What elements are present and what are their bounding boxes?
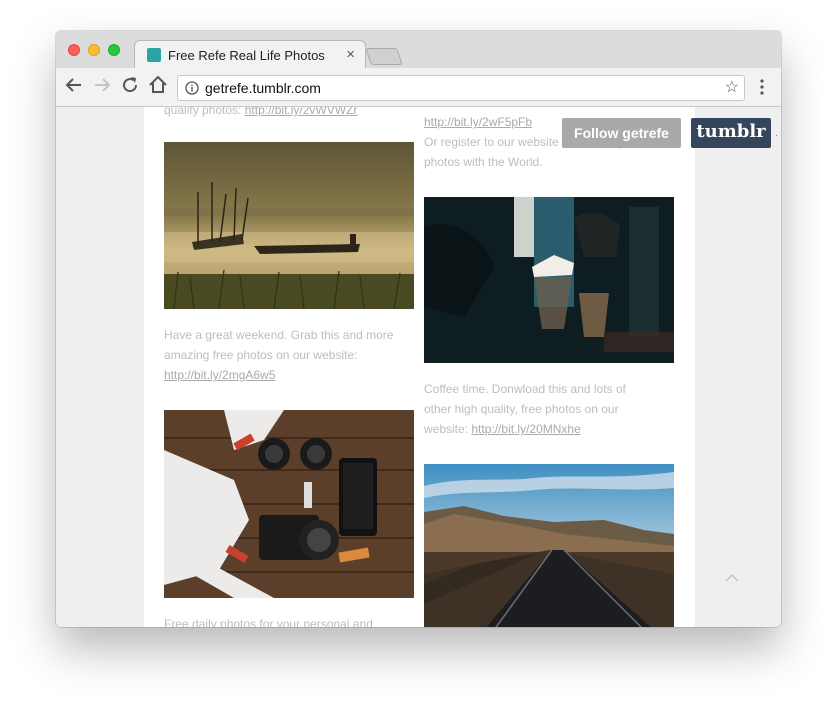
bookmark-star-icon[interactable]: ☆ — [725, 77, 739, 97]
follow-button[interactable]: Follow getrefe — [562, 118, 681, 148]
browser-toolbar: getrefe.tumblr.com ☆ — [56, 68, 781, 107]
coffee-bar-photo[interactable] — [424, 197, 674, 363]
tab-close-icon[interactable]: × — [346, 46, 355, 63]
post-caption-text: Have a great weekend. Grab this and more… — [164, 328, 394, 362]
post-caption-text: Free daily photos for your personal and — [164, 617, 373, 627]
url-text[interactable]: getrefe.tumblr.com — [205, 80, 321, 96]
browser-tab[interactable]: Free Refe Real Life Photos × — [134, 40, 366, 70]
post-caption: Free daily photos for your personal and — [164, 614, 394, 627]
home-icon[interactable] — [146, 73, 170, 97]
close-window-button[interactable] — [68, 44, 80, 56]
minimize-window-button[interactable] — [88, 44, 100, 56]
back-arrow-icon[interactable] — [62, 73, 86, 97]
reload-icon[interactable] — [118, 73, 142, 97]
tumblr-logo-button[interactable]: tumblr — [691, 118, 771, 148]
favicon-icon — [147, 48, 161, 62]
new-tab-button[interactable] — [365, 48, 403, 65]
tab-bar: Free Refe Real Life Photos × — [56, 31, 781, 70]
lake-boat-photo[interactable] — [164, 142, 414, 309]
desert-road-photo[interactable] — [424, 464, 674, 627]
blog-content: quality photos: http://bit.ly/2vWVWZr Ha… — [144, 107, 695, 627]
post-caption: quality photos: http://bit.ly/2vWVWZr — [164, 107, 394, 120]
browser-window: Free Refe Real Life Photos × getrefe.tum… — [56, 31, 781, 627]
post-link[interactable]: http://bit.ly/20MNxhe — [471, 422, 580, 436]
post-caption: Have a great weekend. Grab this and more… — [164, 325, 394, 385]
more-dots-icon[interactable]: · — [775, 130, 778, 141]
drone-camera-photo[interactable] — [164, 410, 414, 598]
page-viewport: quality photos: http://bit.ly/2vWVWZr Ha… — [56, 107, 781, 627]
more-menu-icon[interactable] — [757, 77, 767, 97]
scroll-to-top-icon[interactable] — [724, 573, 740, 583]
info-icon[interactable] — [185, 81, 199, 95]
address-bar[interactable]: getrefe.tumblr.com ☆ — [177, 75, 745, 101]
post-link[interactable]: http://bit.ly/2vWVWZr — [245, 107, 358, 117]
post-link[interactable]: http://bit.ly/2mgA6w5 — [164, 368, 275, 382]
post-caption-text: quality photos: — [164, 107, 242, 117]
post-link[interactable]: http://bit.ly/2wF5pFb — [424, 115, 532, 129]
post-caption: Coffee time. Donwload this and lots of o… — [424, 379, 654, 439]
zoom-window-button[interactable] — [108, 44, 120, 56]
forward-arrow-icon[interactable] — [90, 73, 114, 97]
tab-title: Free Refe Real Life Photos — [168, 48, 325, 63]
